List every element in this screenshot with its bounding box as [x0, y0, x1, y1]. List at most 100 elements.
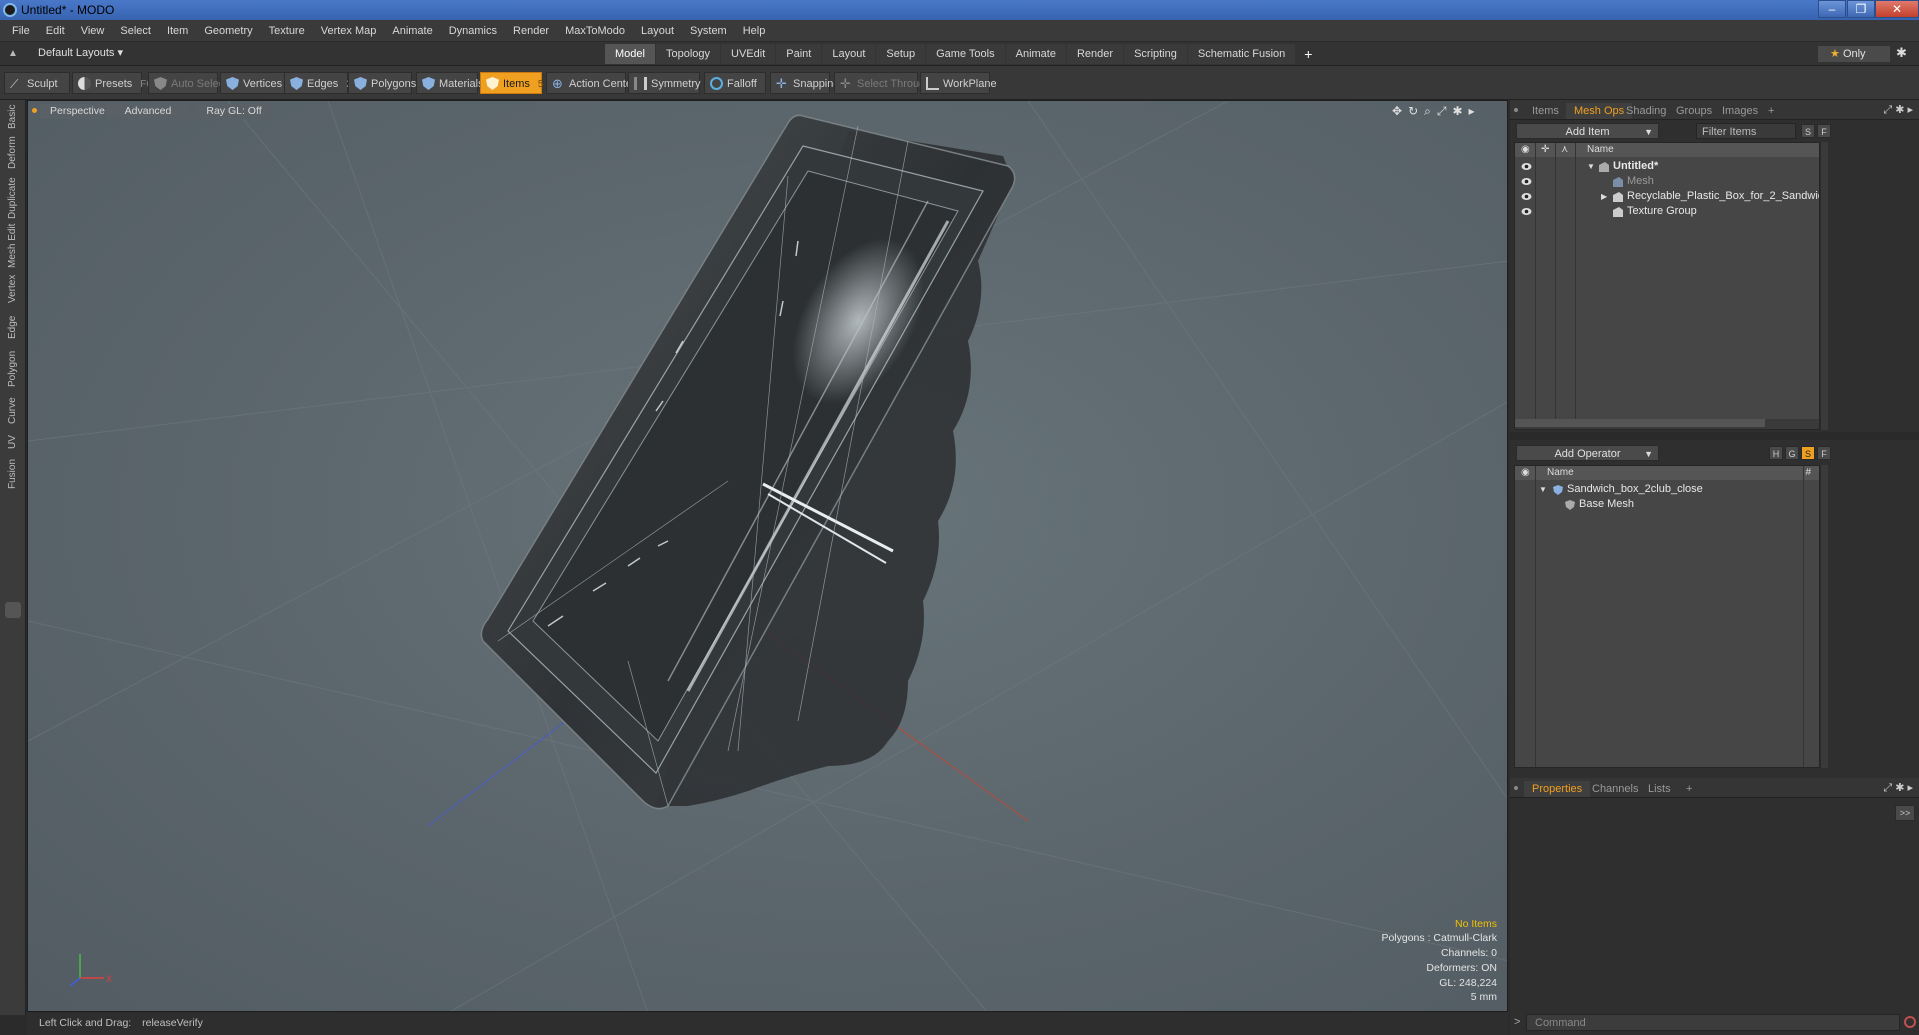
menu-item-view[interactable]: View: [73, 20, 113, 42]
collapse-arrow-icon[interactable]: ▼: [1539, 482, 1547, 497]
view-menu-icon[interactable]: ▸: [1469, 104, 1475, 118]
items-scrollbar[interactable]: [1820, 142, 1828, 430]
props-tab-channels[interactable]: Channels: [1584, 781, 1646, 797]
record-icon[interactable]: [1904, 1016, 1916, 1028]
close-icon[interactable]: ✕: [1875, 0, 1919, 18]
menu-item-maxtomodo[interactable]: MaxToModo: [557, 20, 633, 42]
add-operator-dropdown[interactable]: Add Operator ▼: [1516, 445, 1659, 461]
polygons-button[interactable]: Polygons: [348, 72, 416, 94]
tab-model[interactable]: Model: [605, 44, 655, 64]
auto-select-button[interactable]: Auto Select: [148, 72, 227, 94]
left-tab-uv[interactable]: UV: [3, 430, 23, 454]
items-tab-images[interactable]: Images: [1714, 103, 1766, 119]
snapping-button[interactable]: ✛ Snapping: [770, 72, 840, 94]
expand-panel-button[interactable]: >>: [1895, 805, 1915, 821]
presets-button[interactable]: Presets F6: [72, 72, 152, 94]
item-row[interactable]: ▼ Untitled*: [1515, 159, 1819, 174]
minimize-icon[interactable]: –: [1818, 0, 1846, 18]
menu-item-select[interactable]: Select: [112, 20, 159, 42]
menu-item-vertex-map[interactable]: Vertex Map: [313, 20, 385, 42]
left-tab-curve[interactable]: Curve: [3, 392, 23, 430]
menu-item-item[interactable]: Item: [159, 20, 196, 42]
only-toggle[interactable]: ★ Only: [1818, 46, 1890, 62]
menu-item-animate[interactable]: Animate: [384, 20, 440, 42]
rotate-view-icon[interactable]: ↻: [1408, 104, 1418, 118]
ops-scrollbar[interactable]: [1820, 465, 1828, 768]
collapse-arrow-icon[interactable]: ▼: [1587, 159, 1595, 174]
3d-viewport[interactable]: Perspective Advanced Ray GL: Off ✥ ↻ ⌕ ⤢ ✱ ▸ …: [27, 100, 1508, 1012]
items-button[interactable]: Items 5: [480, 72, 543, 94]
menu-item-file[interactable]: File: [0, 20, 38, 42]
visibility-eye-icon[interactable]: [1521, 177, 1532, 186]
add-tab-icon[interactable]: +: [1678, 781, 1700, 797]
item-row[interactable]: Mesh: [1515, 174, 1819, 189]
materials-button[interactable]: Materials: [416, 72, 484, 94]
falloff-button[interactable]: Falloff: [704, 72, 766, 94]
h-button[interactable]: H: [1769, 446, 1783, 460]
f-button[interactable]: F: [1817, 124, 1831, 138]
filter-items-input[interactable]: Filter Items: [1696, 123, 1796, 139]
left-tab-mesh-edit[interactable]: Mesh Edit: [3, 222, 23, 270]
left-tab-polygon[interactable]: Polygon: [3, 346, 23, 392]
g-button[interactable]: G: [1785, 446, 1799, 460]
props-tab-properties[interactable]: Properties: [1524, 781, 1591, 797]
left-tab-edge[interactable]: Edge: [3, 308, 23, 346]
menu-item-texture[interactable]: Texture: [261, 20, 313, 42]
view-settings-icon[interactable]: ✱: [1452, 104, 1462, 118]
vertices-button[interactable]: Vertices1: [220, 72, 296, 94]
menu-item-geometry[interactable]: Geometry: [196, 20, 260, 42]
symmetry-button[interactable]: Symmetry: [628, 72, 701, 94]
fit-view-icon[interactable]: ⤢: [1437, 104, 1447, 119]
menu-item-edit[interactable]: Edit: [38, 20, 73, 42]
menu-item-dynamics[interactable]: Dynamics: [441, 20, 505, 42]
items-tab-groups[interactable]: Groups: [1668, 103, 1720, 119]
command-input[interactable]: Command: [1526, 1014, 1900, 1031]
tab-topology[interactable]: Topology: [655, 44, 721, 64]
tab-animate[interactable]: Animate: [1005, 44, 1066, 64]
zoom-view-icon[interactable]: ⌕: [1424, 104, 1431, 119]
gear-icon[interactable]: ✱: [1896, 45, 1907, 61]
edges-button[interactable]: Edges2: [284, 72, 352, 94]
maximize-icon[interactable]: ❐: [1847, 0, 1875, 18]
add-tab-icon[interactable]: +: [1760, 103, 1782, 119]
items-tab-shading[interactable]: Shading: [1618, 103, 1674, 119]
layouts-dropdown[interactable]: Default Layouts ▾: [38, 46, 123, 59]
tab-schematic-fusion[interactable]: Schematic Fusion: [1187, 44, 1296, 64]
visibility-eye-icon[interactable]: [1521, 162, 1532, 171]
tab-layout[interactable]: Layout: [822, 44, 876, 64]
menu-item-layout[interactable]: Layout: [633, 20, 682, 42]
action-center-button[interactable]: ⊕ Action Center: [546, 72, 636, 94]
scene-canvas[interactable]: [28, 101, 1508, 1012]
panel-splitter[interactable]: [1510, 432, 1919, 440]
tab-game-tools[interactable]: Game Tools: [926, 44, 1005, 64]
item-row[interactable]: ▶ Recyclable_Plastic_Box_for_2_Sandwiches…: [1515, 189, 1819, 204]
tab-setup[interactable]: Setup: [876, 44, 926, 64]
tab-uvedit[interactable]: UVEdit: [721, 44, 776, 64]
sculpt-button[interactable]: ⟋ Sculpt: [4, 72, 70, 94]
select-through-button[interactable]: ✛ Select Through: [834, 72, 931, 94]
tab-scripting[interactable]: Scripting: [1124, 44, 1187, 64]
operator-row[interactable]: ▼ Sandwich_box_2club_close: [1515, 482, 1819, 497]
props-tab-lists[interactable]: Lists: [1640, 781, 1679, 797]
move-view-icon[interactable]: ✥: [1392, 104, 1402, 118]
item-row[interactable]: Texture Group: [1515, 204, 1819, 219]
expand-arrow-icon[interactable]: ▶: [1601, 189, 1607, 204]
left-tab-deform[interactable]: Deform: [3, 132, 23, 174]
left-tab-basic[interactable]: Basic: [3, 102, 23, 132]
operator-row[interactable]: Base Mesh: [1515, 497, 1819, 512]
layout-menu-icon[interactable]: ▲: [8, 48, 20, 60]
visibility-eye-icon[interactable]: [1521, 207, 1532, 216]
workplane-button[interactable]: WorkPlane: [920, 72, 997, 94]
tree-scrollbar-h[interactable]: [1515, 419, 1819, 429]
s-toggle-button[interactable]: S: [1801, 446, 1815, 460]
visibility-eye-icon[interactable]: [1521, 192, 1532, 201]
f-toggle-button[interactable]: F: [1817, 446, 1831, 460]
tool-options-icon[interactable]: [5, 602, 21, 618]
items-tab-items[interactable]: Items: [1524, 103, 1567, 119]
left-tab-fusion[interactable]: Fusion: [3, 454, 23, 494]
tab-render[interactable]: Render: [1066, 44, 1124, 64]
add-item-dropdown[interactable]: Add Item ▼: [1516, 123, 1659, 139]
raygl-toggle[interactable]: Ray GL: Off: [194, 104, 274, 119]
add-tab-icon[interactable]: +: [1296, 44, 1320, 64]
menu-item-help[interactable]: Help: [735, 20, 774, 42]
